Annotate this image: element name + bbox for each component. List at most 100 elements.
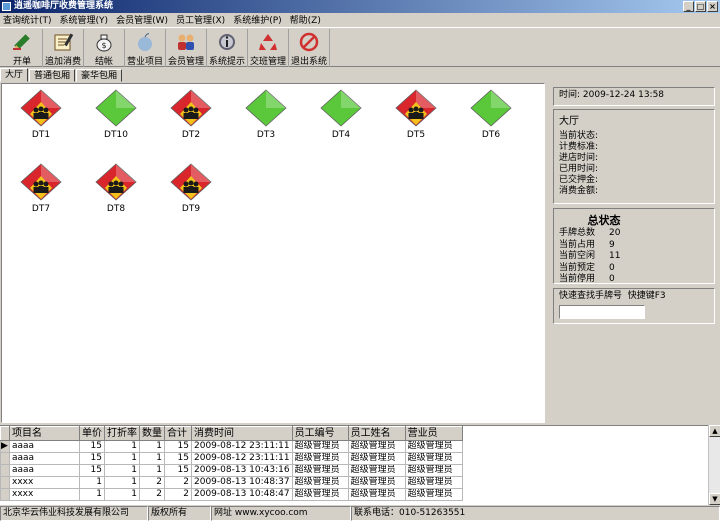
grid-cell: 2009-08-13 10:48:37 xyxy=(191,476,293,489)
status-bar: 北京华云伟业科技发展有限公司 版权所有 网址 www.xycoo.com 联系电… xyxy=(0,506,720,521)
hall-table-area: DT1 DT10 DT2 DT3 DT4 DT5 DT6 DT7 DT8 DT9 xyxy=(1,83,545,423)
grid-cell: 1 xyxy=(104,476,140,489)
toolbar: 开单 追加消费 $ 结帐 营业项目 会员管理 系统提示 交班管理 退出系统 xyxy=(0,27,720,67)
table-icon xyxy=(395,89,437,127)
grid-cell: 1 xyxy=(104,440,140,453)
table-icon xyxy=(470,89,512,127)
table-icon xyxy=(95,89,137,127)
table-icon xyxy=(20,89,62,127)
open-order-button[interactable]: 开单 xyxy=(2,29,43,67)
field-spent: 消费金额: xyxy=(559,186,599,196)
grid-cell: 超级管理员 xyxy=(404,464,463,477)
status-rights: 版权所有 xyxy=(148,506,211,521)
window-title: 逍遥咖啡厅收费管理系统 xyxy=(14,1,114,11)
table-row[interactable]: xxxx 1 1 2 2 2009-08-13 10:48:37 超级管理员 超级管理员 超级管… xyxy=(0,476,463,489)
table-dt6[interactable]: DT6 xyxy=(466,88,516,140)
field-used-time: 已用时间: xyxy=(559,164,599,174)
summary-row: 手牌总数 20 xyxy=(559,228,621,238)
grid-cell: 1 xyxy=(104,452,140,465)
col-item-name[interactable]: 项目名 xyxy=(9,426,80,441)
table-dt7[interactable]: DT7 xyxy=(16,162,66,214)
table-row[interactable]: ▶ aaaa 15 1 1 15 2009-08-12 23:11:11 超级管理员 超级管理员… xyxy=(0,440,463,453)
table-row[interactable]: xxxx 1 1 2 2 2009-08-13 10:48:47 超级管理员 超级管理员 超级管… xyxy=(0,488,463,501)
table-label: DT6 xyxy=(481,130,501,140)
col-staff-name[interactable]: 员工姓名 xyxy=(347,426,406,441)
grid-scrollbar[interactable]: ▲ ▼ xyxy=(708,425,720,505)
scroll-down-arrow[interactable]: ▼ xyxy=(709,493,720,505)
search-input[interactable] xyxy=(559,305,645,319)
table-icon xyxy=(95,163,137,201)
menu-maintenance[interactable]: 系统维护(P) xyxy=(233,13,281,26)
col-quantity[interactable]: 数量 xyxy=(139,426,165,441)
exit-system-button[interactable]: 退出系统 xyxy=(289,29,330,67)
table-label: DT9 xyxy=(181,204,201,214)
menu-query-stats[interactable]: 查询统计(T) xyxy=(3,13,52,26)
grid-cell: 15 xyxy=(79,452,105,465)
field-entry-time: 进店时间: xyxy=(559,153,599,163)
table-label: DT2 xyxy=(181,130,201,140)
close-button[interactable]: × xyxy=(707,1,718,12)
menu-bar: 查询统计(T) 系统管理(Y) 会员管理(W) 员工管理(X) 系统维护(P) … xyxy=(0,13,720,26)
checkout-button[interactable]: $ 结帐 xyxy=(84,29,125,67)
row-indicator xyxy=(0,488,10,501)
table-dt2[interactable]: DT2 xyxy=(166,88,216,140)
table-dt5[interactable]: DT5 xyxy=(391,88,441,140)
shift-handover-button[interactable]: 交班管理 xyxy=(248,29,289,67)
member-admin-button[interactable]: 会员管理 xyxy=(166,29,207,67)
tab-hall[interactable]: 大厅 xyxy=(0,68,29,82)
notebook-icon xyxy=(54,33,74,51)
table-row[interactable]: aaaa 15 1 1 15 2009-08-13 10:43:16 超级管理员 超级管理员超… xyxy=(0,464,463,477)
col-staff-id[interactable]: 员工编号 xyxy=(291,426,349,441)
tab-standard-room[interactable]: 普通包厢 xyxy=(29,69,76,82)
menu-help[interactable]: 帮助(Z) xyxy=(290,13,321,26)
grid-cell: 超级管理员 xyxy=(347,452,406,465)
col-unit-price[interactable]: 单价 xyxy=(79,426,105,441)
table-dt1[interactable]: DT1 xyxy=(16,88,66,140)
grid-cell: 1 xyxy=(104,464,140,477)
system-tips-button[interactable]: 系统提示 xyxy=(207,29,248,67)
info-icon xyxy=(219,34,235,50)
minimize-button[interactable]: _ xyxy=(683,1,694,12)
table-dt3[interactable]: DT3 xyxy=(241,88,291,140)
menu-system-admin[interactable]: 系统管理(Y) xyxy=(60,13,109,26)
grid-cell: 超级管理员 xyxy=(291,452,349,465)
area-tabs: 大厅 普通包厢 豪华包厢 xyxy=(0,68,545,82)
scroll-up-arrow[interactable]: ▲ xyxy=(709,425,720,437)
table-icon xyxy=(245,89,287,127)
col-total[interactable]: 合计 xyxy=(164,426,192,441)
col-clerk[interactable]: 营业员 xyxy=(404,426,463,441)
table-icon xyxy=(20,163,62,201)
table-dt9[interactable]: DT9 xyxy=(166,162,216,214)
row-indicator xyxy=(0,476,10,489)
maximize-button[interactable]: □ xyxy=(695,1,706,12)
apple-icon xyxy=(138,33,152,51)
menu-member-admin[interactable]: 会员管理(W) xyxy=(116,13,168,26)
table-label: DT8 xyxy=(106,204,126,214)
row-indicator xyxy=(0,464,10,477)
row-indicator: ▶ xyxy=(0,440,10,453)
table-label: DT5 xyxy=(406,130,426,140)
grid-header: 项目名 单价 打折率 数量 合计 消费时间 员工编号 员工姓名 营业员 xyxy=(0,426,463,441)
grid-cell: 2 xyxy=(164,488,192,501)
tab-deluxe-room[interactable]: 豪华包厢 xyxy=(76,69,123,82)
field-current-status: 当前状态: xyxy=(559,131,599,141)
time-panel: 时间: 2009-12-24 13:58 xyxy=(553,87,715,106)
table-label: DT1 xyxy=(31,130,51,140)
col-time[interactable]: 消费时间 xyxy=(191,426,293,441)
svg-text:$: $ xyxy=(101,41,106,50)
table-dt4[interactable]: DT4 xyxy=(316,88,366,140)
search-label: 快速查找手牌号 xyxy=(559,291,623,301)
field-deposit: 已交押金: xyxy=(559,175,599,185)
table-dt10[interactable]: DT10 xyxy=(91,88,141,140)
table-label: DT4 xyxy=(331,130,351,140)
table-dt8[interactable]: DT8 xyxy=(91,162,141,214)
app-icon xyxy=(2,2,11,11)
grid-cell: xxxx xyxy=(9,488,80,501)
add-consumption-button[interactable]: 追加消费 xyxy=(43,29,84,67)
money-bag-icon: $ xyxy=(96,34,112,52)
grid-cell: 15 xyxy=(164,464,192,477)
table-row[interactable]: aaaa 15 1 1 15 2009-08-12 23:11:11 超级管理员 超级管理员超… xyxy=(0,452,463,465)
col-discount[interactable]: 打折率 xyxy=(104,426,140,441)
menu-staff-admin[interactable]: 员工管理(X) xyxy=(176,13,225,26)
business-items-button[interactable]: 营业项目 xyxy=(125,29,166,67)
